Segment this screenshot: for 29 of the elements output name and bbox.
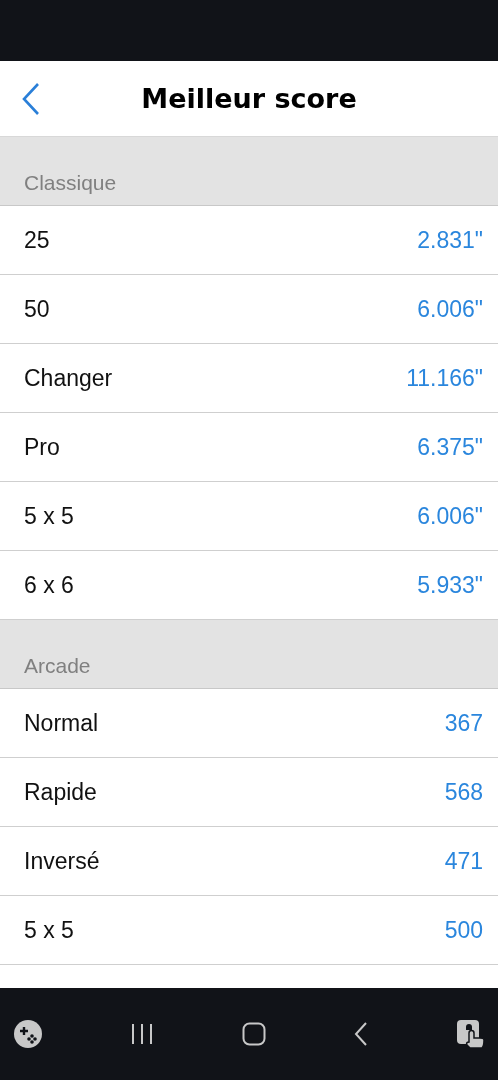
score-value: 5.933" [417,571,483,599]
touch-lock-icon[interactable] [456,1019,486,1049]
mode-label: 25 [24,226,50,254]
mode-label: 6 x 6 [24,571,74,599]
mode-label: 50 [24,295,50,323]
score-value: 471 [444,847,483,875]
screen-title: Meilleur score [141,83,357,114]
mode-label: Normal [24,709,99,737]
score-value: 11.166" [406,364,483,392]
score-value: 6.006" [417,295,483,323]
score-value: 6.375" [417,433,483,461]
back-icon[interactable] [21,82,41,116]
back-nav-icon[interactable] [353,1022,368,1046]
score-value: 2.831" [417,226,483,254]
mode-label: 5 x 5 [24,916,74,944]
mode-label: Inversé [24,847,100,875]
score-value: 568 [444,778,483,806]
mode-label: Pro [24,433,60,461]
section-header: Classique [0,137,498,206]
score-value: 6.006" [417,502,483,530]
mode-label: Rapide [24,778,97,806]
mode-label: 5 x 5 [24,502,74,530]
mode-label: Changer [24,364,113,392]
score-value: 367 [444,709,483,737]
recent-apps-icon[interactable] [131,1023,154,1045]
score-value: 500 [444,916,483,944]
gamepad-icon[interactable] [13,1019,43,1049]
section-header: Arcade [0,620,498,689]
home-icon[interactable] [241,1022,266,1046]
